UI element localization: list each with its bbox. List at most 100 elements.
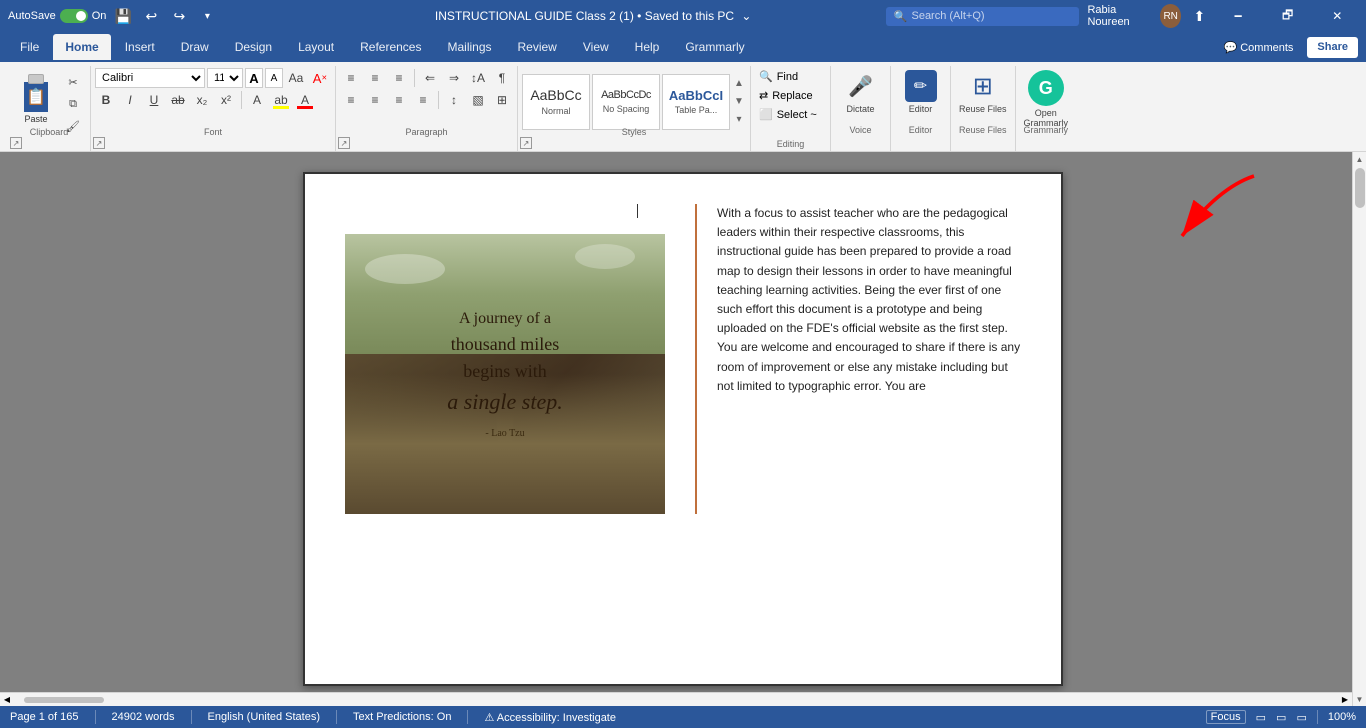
undo-icon[interactable]: ↩ [140,6,162,26]
tab-view[interactable]: View [571,34,621,60]
layout-icon-1[interactable]: ▭ [1256,711,1266,724]
change-case-button[interactable]: Aa [285,68,307,88]
reuse-files-group[interactable]: ⊞ Reuse Files Reuse Files [951,66,1016,151]
style-no-spacing[interactable]: AaBbCcDc No Spacing [592,74,660,130]
replace-button[interactable]: ⇄ Replace [755,87,826,104]
tab-design[interactable]: Design [223,34,284,60]
paragraph-expander[interactable]: ↗ [338,137,350,149]
accessibility[interactable]: ⚠ Accessibility: Investigate [484,711,616,724]
font-expander[interactable]: ↗ [93,137,105,149]
styles-expander[interactable]: ↗ [520,137,532,149]
horizontal-scrollbar[interactable]: ◀ ▶ [0,692,1352,706]
close-button[interactable]: ✕ [1316,0,1358,32]
highlight-button[interactable]: ab [270,90,292,110]
tab-file[interactable]: File [8,34,51,60]
scroll-down-arrow[interactable]: ▼ [1353,692,1366,706]
grammarly-group[interactable]: G Open Grammarly Grammarly [1016,66,1077,151]
document-right-column[interactable]: With a focus to assist teacher who are t… [707,204,1021,514]
styles-scroll-more[interactable]: ▾ [732,111,746,129]
grow-font-button[interactable]: A [245,68,263,88]
document-body-text[interactable]: With a focus to assist teacher who are t… [717,204,1021,396]
increase-indent-button[interactable]: ⇒ [443,68,465,88]
text-effects-button[interactable]: A [246,90,268,110]
styles-scroll-down[interactable]: ▼ [732,93,746,111]
layout-icon-2[interactable]: ▭ [1276,711,1286,724]
editor-group[interactable]: ✏ Editor Editor [891,66,951,151]
document-page: A journey of a thousand miles begins wit… [303,172,1063,686]
scroll-up-arrow[interactable]: ▲ [1353,152,1366,166]
tab-home[interactable]: Home [53,34,110,60]
font-color-button[interactable]: A [294,90,316,110]
focus-button[interactable]: Focus [1206,710,1246,724]
bold-button[interactable]: B [95,90,117,110]
status-divider-5 [1317,710,1318,724]
font-name-select[interactable]: Calibri [95,68,205,88]
find-button[interactable]: 🔍 Find [755,68,826,85]
cut-button[interactable]: ✂ [62,72,84,92]
show-marks-button[interactable]: ¶ [491,68,513,88]
sort-button[interactable]: ↕A [467,68,489,88]
subscript-button[interactable]: x₂ [191,90,213,110]
voice-group[interactable]: 🎤 Dictate Voice [831,66,891,151]
autosave-switch[interactable] [60,9,88,23]
user-name: Rabia Noureen [1087,4,1153,28]
layout-icon-3[interactable]: ▭ [1296,711,1306,724]
tab-insert[interactable]: Insert [113,34,167,60]
vertical-scrollbar[interactable]: ▲ ▼ [1352,152,1366,706]
scroll-thumb[interactable] [1355,168,1365,208]
style-normal[interactable]: AaBbCc Normal [522,74,590,130]
comments-button[interactable]: 💬 Comments [1213,37,1303,58]
quick-access-dropdown[interactable]: ▾ [196,6,218,26]
save-icon[interactable]: 💾 [112,6,134,26]
numbering-button[interactable]: ≡ [364,68,386,88]
zoom-level: 100% [1328,711,1356,723]
clipboard-expander[interactable]: ↗ [10,137,22,149]
shading-button[interactable]: ▧ [467,90,489,110]
tab-review[interactable]: Review [506,34,569,60]
dictate-label: Dictate [846,104,874,114]
line-spacing-button[interactable]: ↕ [443,90,465,110]
share-button[interactable]: Share [1307,37,1358,58]
autosave-toggle[interactable]: AutoSave On [8,9,106,23]
tab-layout[interactable]: Layout [286,34,346,60]
paste-button[interactable]: 📋 Paste [14,68,58,126]
decrease-indent-button[interactable]: ⇐ [419,68,441,88]
redo-icon[interactable]: ↪ [168,6,190,26]
superscript-button[interactable]: x² [215,90,237,110]
align-left-button[interactable]: ≡ [340,90,362,110]
shrink-font-button[interactable]: A [265,68,283,88]
search-input[interactable] [911,10,1071,22]
avatar[interactable]: RN [1160,4,1182,28]
tab-help[interactable]: Help [623,34,672,60]
tab-references[interactable]: References [348,34,433,60]
clipboard-group: 📋 Paste ✂ ⧉ 🖌 Clipboard ↗ [8,66,91,151]
scroll-left-arrow[interactable]: ◀ [0,693,14,707]
share-icon[interactable]: ⬆ [1189,6,1209,26]
underline-button[interactable]: U [143,90,165,110]
clear-format-button[interactable]: A✕ [309,68,331,88]
scroll-right-arrow[interactable]: ▶ [1338,693,1352,707]
tab-grammarly[interactable]: Grammarly [673,34,756,60]
bullets-button[interactable]: ≡ [340,68,362,88]
tab-draw[interactable]: Draw [169,34,221,60]
font-size-select[interactable]: 11 [207,68,243,88]
borders-button[interactable]: ⊞ [491,90,513,110]
copy-button[interactable]: ⧉ [62,94,84,114]
select-button[interactable]: ⬜ Select ~ [755,106,826,123]
justify-button[interactable]: ≡ [412,90,434,110]
align-right-button[interactable]: ≡ [388,90,410,110]
search-box[interactable]: 🔍 [886,7,1080,26]
italic-button[interactable]: I [119,90,141,110]
styles-scroll-up[interactable]: ▲ [732,75,746,93]
h-scroll-thumb[interactable] [24,697,104,703]
styles-scroll[interactable]: ▲ ▼ ▾ [732,75,746,129]
restore-button[interactable]: 🗗 [1267,0,1309,32]
strikethrough-button[interactable]: ab [167,90,189,110]
style-heading[interactable]: AaBbCcI Table Pa... [662,74,730,130]
align-center-button[interactable]: ≡ [364,90,386,110]
quote-line-4: a single step. [447,385,563,418]
minimize-button[interactable]: 🗕 [1217,0,1259,32]
tab-mailings[interactable]: Mailings [435,34,503,60]
multilevel-button[interactable]: ≡ [388,68,410,88]
title-dropdown-icon[interactable]: ⌄ [741,9,751,23]
